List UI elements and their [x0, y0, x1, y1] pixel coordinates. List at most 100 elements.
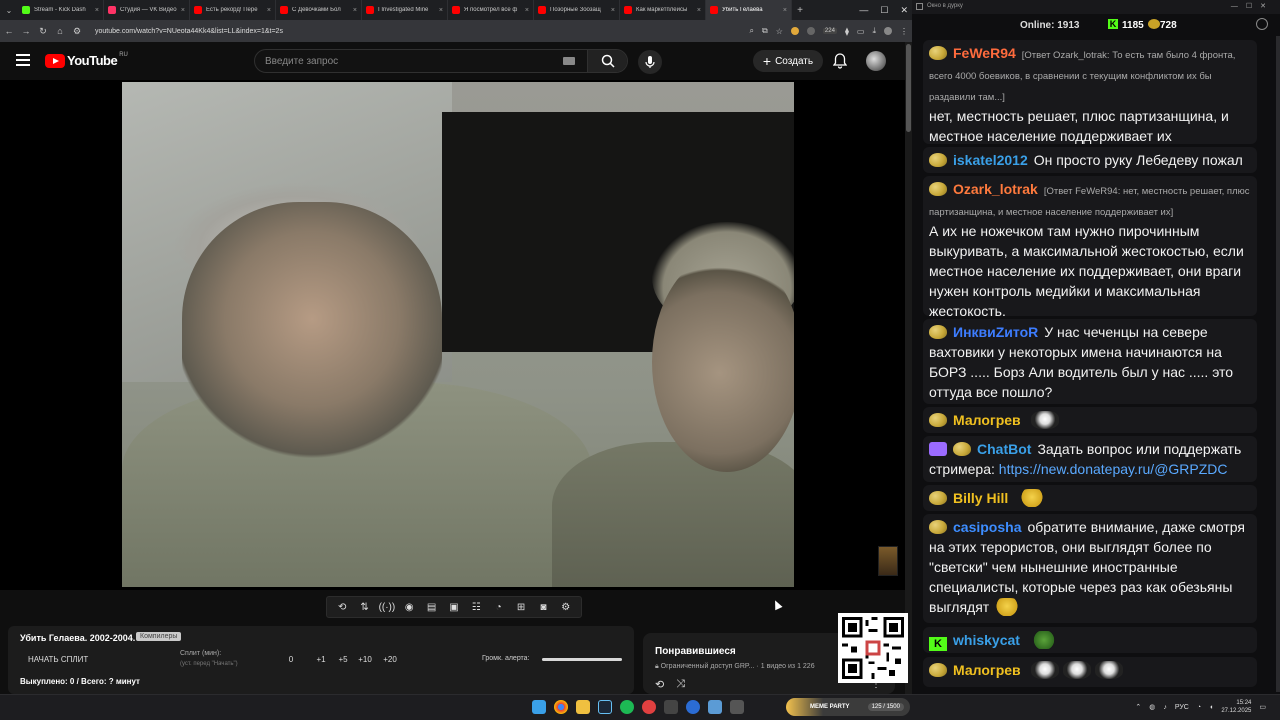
browser-tab-active[interactable]: Убить Гелаева × [706, 0, 792, 20]
film-icon[interactable]: ▤ [423, 602, 441, 613]
notification-icon[interactable]: ▭ [1259, 703, 1266, 711]
browser-tab[interactable]: Студия — VK Видео × [104, 0, 190, 20]
chat-username[interactable]: Ozark_lotrak [953, 181, 1038, 197]
profile-icon[interactable] [884, 27, 892, 35]
close-icon[interactable]: × [783, 7, 787, 14]
split-add-button[interactable]: +10 [350, 655, 380, 664]
chat-scrollbar[interactable] [1276, 36, 1280, 692]
notifications-button[interactable] [832, 53, 848, 69]
frames-icon[interactable]: ☷ [467, 602, 485, 613]
cast-icon[interactable]: ⧉ [762, 26, 768, 36]
browser-tab[interactable]: Stream - Kick Dash × [18, 0, 104, 20]
close-icon[interactable]: × [611, 7, 615, 14]
reload-icon[interactable]: ↻ [38, 26, 48, 37]
forward-icon[interactable]: → [21, 26, 31, 36]
app-icon[interactable] [686, 700, 700, 714]
minimize-icon[interactable]: — [859, 5, 868, 15]
close-icon[interactable]: × [181, 7, 185, 14]
youtube-logo[interactable]: YouTube RU [45, 52, 128, 68]
extension-icon[interactable] [806, 27, 815, 35]
chat-username[interactable]: ChatBot [977, 441, 1031, 457]
close-window-icon[interactable]: ✕ [900, 5, 908, 16]
eye-icon[interactable]: ◉ [400, 602, 418, 613]
keyboard-icon[interactable] [563, 57, 575, 65]
clip-icon[interactable]: ⊞ [512, 602, 530, 613]
voice-search-button[interactable] [638, 50, 662, 74]
split-add-button[interactable]: +5 [336, 655, 350, 664]
clock[interactable]: 15:24 27.12.2025 [1221, 699, 1251, 715]
chat-username[interactable]: iskatel2012 [953, 152, 1028, 168]
browser-tab[interactable]: С Девочками Бол × [276, 0, 362, 20]
new-tab-button[interactable]: + [792, 5, 808, 16]
site-info-icon[interactable]: ⚙ [72, 26, 82, 37]
start-split-button[interactable]: НАЧАТЬ СПЛИТ [28, 655, 88, 664]
network-icon[interactable]: ◍ [1149, 703, 1155, 711]
category-badge[interactable]: Компилеры [136, 632, 182, 641]
meme-party-widget[interactable]: MEME PARTY 125 / 1500 [786, 698, 910, 716]
channel-thumbnail[interactable] [878, 546, 898, 576]
audio-icon[interactable]: ((·)) [378, 602, 396, 613]
home-icon[interactable]: ⌂ [55, 26, 65, 36]
search-button[interactable] [587, 50, 627, 72]
spotify-icon[interactable] [620, 700, 634, 714]
chat-username[interactable]: Малогрев [953, 662, 1021, 678]
scrollbar-thumb[interactable] [906, 44, 911, 132]
chat-username[interactable]: Малогрев [953, 412, 1021, 428]
browser-tab[interactable]: I Investigated Mine × [362, 0, 448, 20]
browser-tab[interactable]: Есть рекорд! Пере × [190, 0, 276, 20]
close-icon[interactable]: × [267, 7, 271, 14]
extension-icon[interactable] [790, 27, 799, 35]
close-icon[interactable]: × [439, 7, 443, 14]
loop-playlist-icon[interactable]: ⟲ [655, 678, 664, 691]
back-icon[interactable]: ← [4, 26, 14, 36]
chat-username[interactable]: FeWeR94 [953, 45, 1016, 61]
chat-username[interactable]: ИнквиZитоR [953, 324, 1038, 340]
puzzle-icon[interactable]: ⧫ [845, 27, 849, 36]
download-icon[interactable]: ⤓ [872, 26, 876, 36]
split-add-button[interactable]: +1 [306, 655, 336, 664]
app-icon[interactable] [730, 700, 744, 714]
pip-icon[interactable]: ▣ [445, 602, 463, 613]
tab-search-icon[interactable]: ⌄ [0, 0, 18, 20]
app-icon[interactable] [708, 700, 722, 714]
alert-volume-slider[interactable] [542, 658, 622, 661]
maximize-icon[interactable]: ☐ [880, 5, 888, 16]
chat-settings-icon[interactable] [1256, 18, 1268, 30]
search-input[interactable]: Введите запрос [255, 56, 563, 67]
window-controls[interactable]: —☐✕ [1231, 2, 1274, 10]
screenshot-icon[interactable]: ◙ [534, 602, 552, 613]
split-value-button[interactable]: 0 [276, 655, 306, 664]
speaker-icon[interactable]: ◖ [1209, 704, 1213, 711]
sidepanel-icon[interactable]: ▭ [857, 27, 865, 36]
wifi-icon[interactable]: ◔ [1197, 704, 1201, 711]
start-icon[interactable] [532, 700, 546, 714]
steam-icon[interactable] [598, 700, 612, 714]
speed-icon[interactable]: ◔ [490, 602, 508, 613]
sort-icon[interactable]: ⇅ [356, 602, 374, 613]
search-box[interactable]: Введите запрос [254, 49, 628, 73]
browser-tab[interactable]: Как маркетплейсы × [620, 0, 706, 20]
video-frame[interactable] [122, 82, 794, 587]
browser-tab[interactable]: Я посмотрел все ф × [448, 0, 534, 20]
playlist-title[interactable]: Понравившиеся [655, 646, 736, 657]
avatar[interactable] [866, 51, 886, 71]
app-icon[interactable] [642, 700, 656, 714]
close-icon[interactable]: × [525, 7, 529, 14]
close-icon[interactable]: × [697, 7, 701, 14]
loop-icon[interactable]: ⟲ [333, 602, 351, 613]
close-icon[interactable]: × [95, 7, 99, 14]
chat-username[interactable]: whiskycat [953, 632, 1020, 648]
menu-icon[interactable]: ⋮ [900, 27, 908, 36]
browser-tab[interactable]: Позорные Зоозащ × [534, 0, 620, 20]
tray-chevron-icon[interactable]: ⌃ [1135, 703, 1141, 711]
url-field[interactable]: youtube.com/watch?v=NUeota44Kk4&list=LL&… [89, 28, 743, 35]
app-icon[interactable] [664, 700, 678, 714]
language-indicator[interactable]: РУС [1175, 704, 1189, 711]
zoom-icon[interactable]: ⌕ [750, 26, 754, 36]
donate-link[interactable]: https://new.donatepay.ru/@GRPZDC [999, 461, 1228, 477]
close-icon[interactable]: × [353, 7, 357, 14]
page-scrollbar[interactable] [905, 42, 912, 694]
create-button[interactable]: + Создать [753, 50, 823, 72]
explorer-icon[interactable] [576, 700, 590, 714]
video-player[interactable] [0, 80, 905, 590]
